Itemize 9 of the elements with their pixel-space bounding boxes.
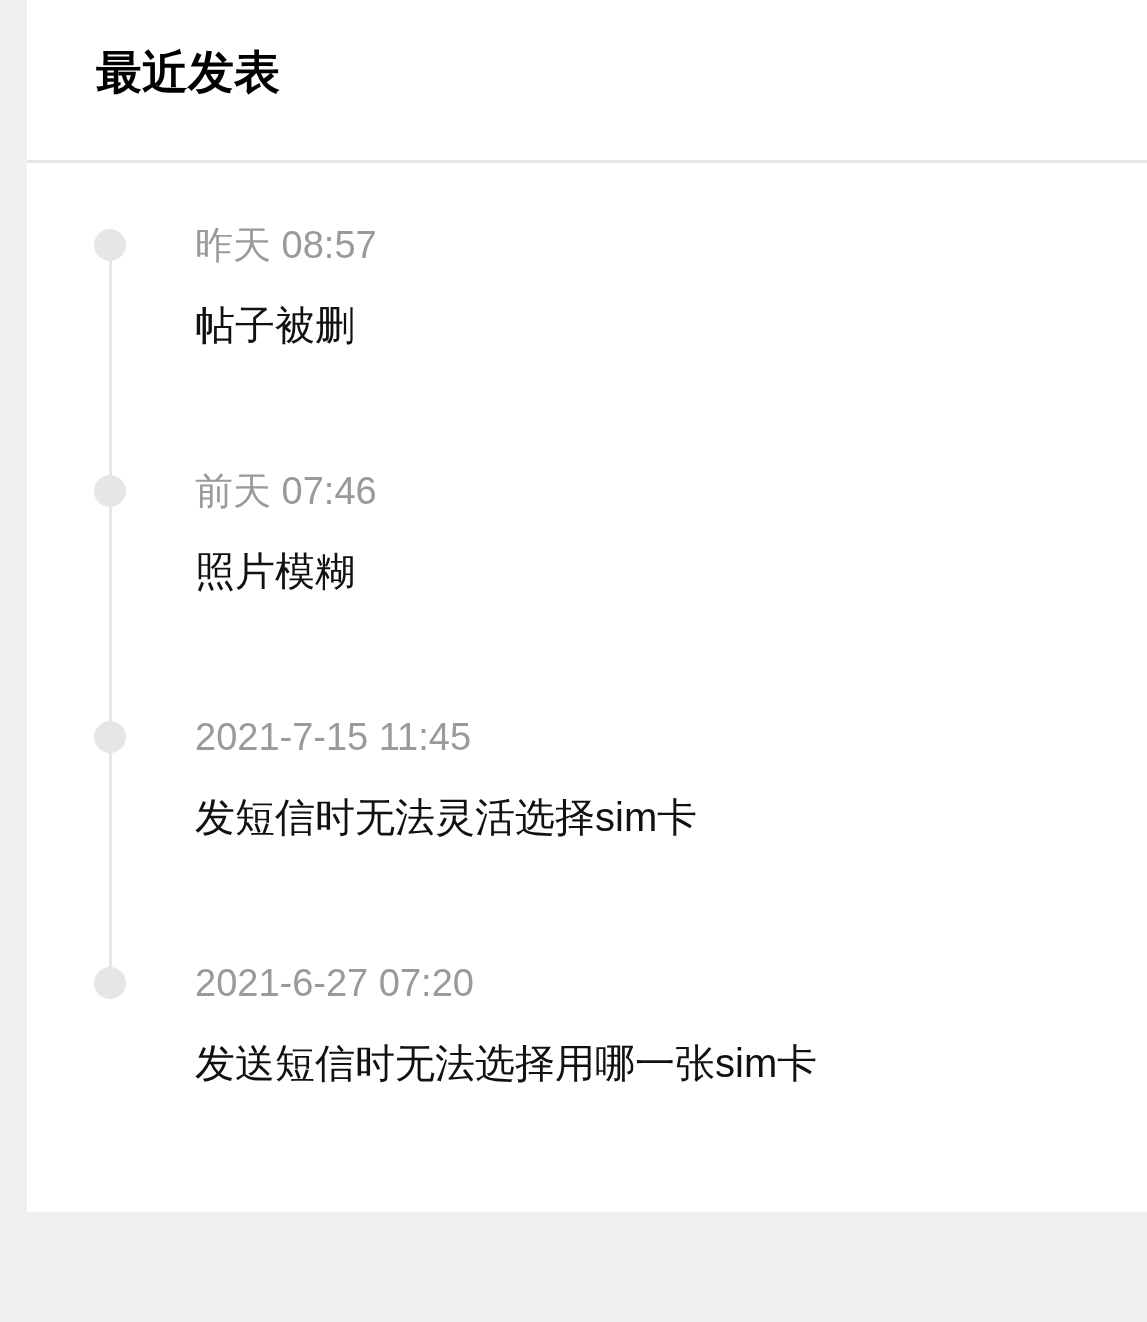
post-time: 昨天 08:57 bbox=[195, 223, 377, 268]
section-title: 最近发表 bbox=[96, 49, 280, 95]
post-time: 2021-7-15 11:45 bbox=[195, 715, 473, 760]
post-title[interactable]: 发短信时无法灵活选择sim卡 bbox=[195, 794, 698, 840]
post-time: 前天 07:46 bbox=[195, 469, 377, 514]
post-title[interactable]: 发送短信时无法选择用哪一张sim卡 bbox=[195, 1040, 818, 1086]
post-title[interactable]: 帖子被删 bbox=[195, 302, 377, 348]
post-time: 2021-6-27 07:20 bbox=[195, 961, 475, 1006]
post-title[interactable]: 照片模糊 bbox=[195, 548, 377, 594]
